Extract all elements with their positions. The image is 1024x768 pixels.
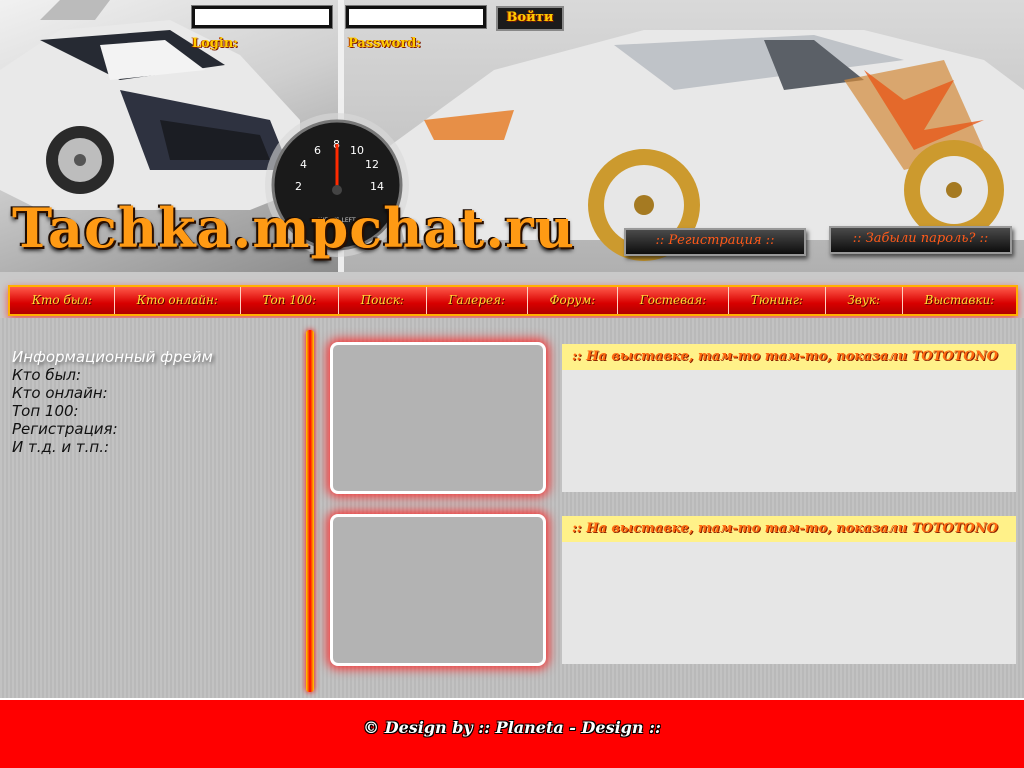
column-divider [306, 330, 314, 692]
news-thumbnail[interactable] [330, 342, 546, 494]
login-label: Login: [192, 36, 239, 51]
info-line-online[interactable]: Кто онлайн: [12, 384, 292, 402]
password-field[interactable] [346, 6, 486, 28]
info-line-top100[interactable]: Топ 100: [12, 402, 292, 420]
main-nav: Кто был: Кто онлайн: Топ 100: Поиск: Гал… [8, 285, 1018, 316]
login-submit-button[interactable]: Войти [496, 6, 564, 31]
gauge-tick: 12 [365, 158, 379, 171]
news-thumbnail[interactable] [330, 514, 546, 666]
nav-item-sound[interactable]: Звук: [826, 287, 903, 314]
news-headline[interactable]: :: На выставке, там-то там-то, показали … [562, 344, 1016, 370]
site-logo-title: Tachka.mpchat.ru [12, 196, 575, 260]
news-item: :: На выставке, там-то там-то, показали … [562, 344, 1016, 492]
password-input[interactable] [349, 12, 483, 28]
nav-item-guestbook[interactable]: Гостевая: [618, 287, 730, 314]
gauge-tick: 4 [300, 158, 307, 171]
gauge-tick: 10 [350, 144, 364, 157]
news-item: :: На выставке, там-то там-то, показали … [562, 516, 1016, 664]
gauge-tick: 2 [295, 180, 302, 193]
nav-item-online[interactable]: Кто онлайн: [115, 287, 241, 314]
gauge-tick: 14 [370, 180, 384, 193]
gauge-tick: 6 [314, 144, 321, 157]
nav-item-visitors[interactable]: Кто был: [10, 287, 115, 314]
info-frame-title: Информационный фрейм [12, 348, 213, 366]
info-line-visitors[interactable]: Кто был: [12, 366, 292, 384]
nav-item-search[interactable]: Поиск: [339, 287, 427, 314]
register-button[interactable]: :: Регистрация :: [624, 228, 806, 256]
nav-item-exhibitions[interactable]: Выставки: [903, 287, 1016, 314]
footer-credit: © Design by :: Planeta - Design :: [363, 718, 661, 737]
info-line-registration[interactable]: Регистрация: [12, 420, 292, 438]
nav-item-tuning[interactable]: Тюнинг: [729, 287, 826, 314]
nav-item-forum[interactable]: Форум: [528, 287, 619, 314]
forgot-password-button[interactable]: :: Забыли пароль? :: [829, 226, 1012, 254]
info-frame: Информационный фрейм Кто был: Кто онлайн… [12, 348, 292, 456]
info-line-etc: И т.д. и т.п.: [12, 438, 110, 456]
nav-item-top100[interactable]: Топ 100: [241, 287, 339, 314]
password-label: Password: [348, 36, 422, 51]
news-headline[interactable]: :: На выставке, там-то там-то, показали … [562, 516, 1016, 542]
login-field[interactable] [192, 6, 332, 28]
login-input[interactable] [195, 12, 329, 28]
nav-item-gallery[interactable]: Галерея: [427, 287, 528, 314]
